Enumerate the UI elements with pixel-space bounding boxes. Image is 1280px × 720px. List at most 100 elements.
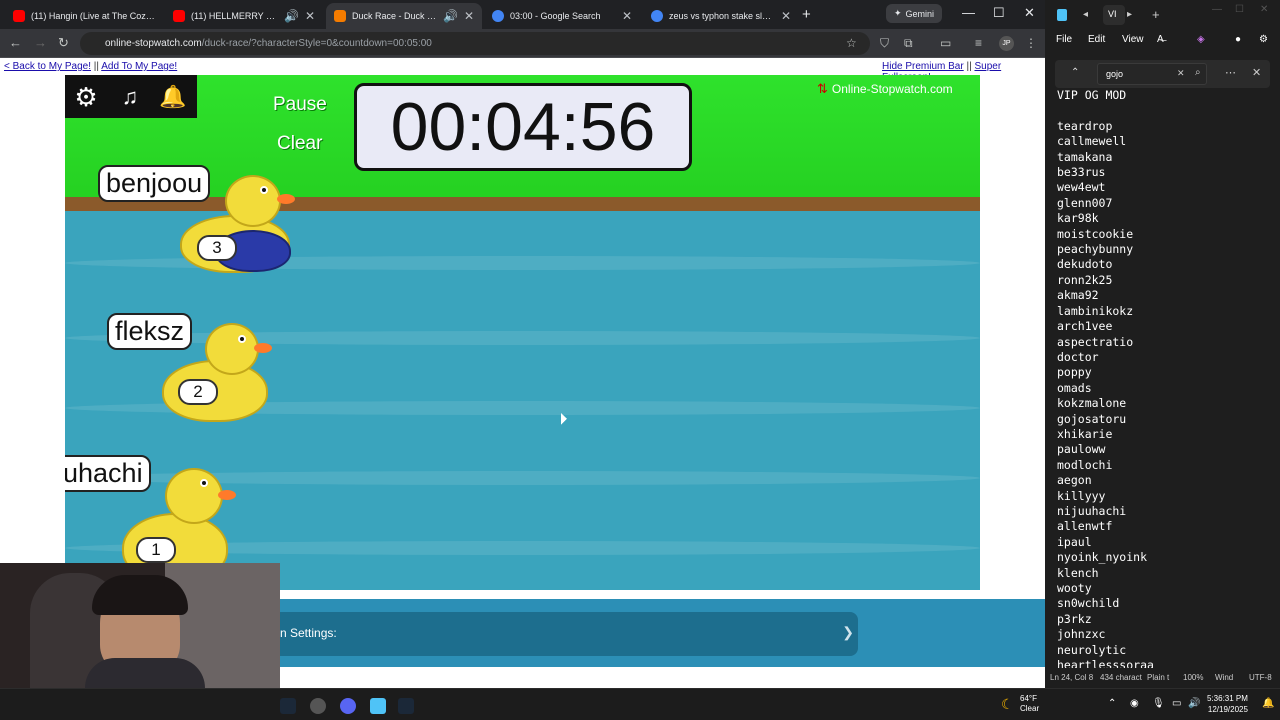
more-options-icon[interactable]: ⋯ (1225, 66, 1236, 79)
notepad-text-area[interactable]: VIP OG MOD teardrop callmewell tamakana be3… (1057, 88, 1277, 668)
tab-hellmerry[interactable]: (11) HELLMERRY - 4:AM (O 🔊 ✕ (165, 3, 323, 29)
google-icon (651, 10, 663, 22)
streamer-shirt (85, 658, 205, 688)
reload-icon[interactable]: ↻ (58, 35, 69, 51)
tab-duck-race[interactable]: Duck Race - Duck Games 🔊 ✕ (326, 3, 482, 29)
close-window-icon[interactable]: ✕ (1024, 5, 1035, 21)
chevron-up-icon[interactable]: ⌃ (1108, 698, 1116, 709)
kebab-menu-icon[interactable]: ⋮ (1025, 36, 1037, 50)
online-stopwatch-brand[interactable]: ⇅ Online-Stopwatch.com (817, 81, 953, 97)
notepad-app-icon (1057, 9, 1067, 21)
microphone-icon[interactable]: 🎙 (1152, 698, 1165, 709)
settings-gear-icon[interactable]: ⚙ (1259, 34, 1268, 45)
menu-file[interactable]: File (1056, 34, 1072, 45)
copilot-icon[interactable]: ◈ (1197, 34, 1205, 45)
audio-icon: 🔊 (442, 9, 458, 23)
tab-hangin[interactable]: (11) Hangin (Live at The Cozy C (5, 3, 163, 29)
settings-dropdown[interactable]: n Settings: ❯ (280, 612, 858, 656)
url-bar[interactable]: online-stopwatch.com/duck-race/?characte… (80, 32, 870, 55)
clear-search-icon[interactable]: ✕ (1177, 68, 1185, 79)
obs-icon[interactable] (310, 698, 326, 714)
bell-icon[interactable]: 🔔 (155, 79, 191, 115)
youtube-icon (173, 10, 185, 22)
back-to-my-page-link[interactable]: < Back to My Page! (4, 61, 91, 72)
steam-icon[interactable] (280, 698, 296, 714)
text-line: teardrop (1057, 118, 1113, 133)
text-line: peachybunny (1057, 242, 1134, 257)
text-line: gojosatoru (1057, 411, 1127, 426)
notepad-tab[interactable]: VI (1103, 5, 1125, 25)
menu-view[interactable]: View (1122, 34, 1144, 45)
new-tab-icon[interactable]: + (802, 6, 811, 23)
text-line: nijuuhachi (1057, 503, 1127, 518)
clear-button[interactable]: Clear (277, 133, 322, 155)
menu-edit[interactable]: Edit (1088, 34, 1105, 45)
close-tab-icon[interactable]: ✕ (622, 9, 632, 23)
network-icon[interactable]: ▭ (1172, 698, 1181, 709)
gemini-button[interactable]: ✦ Gemini (886, 4, 942, 23)
tray-icon[interactable]: ◉ (1130, 698, 1139, 709)
text-line: ronn2k25 (1057, 272, 1113, 287)
text-line: pauloww (1057, 442, 1106, 457)
close-find-icon[interactable]: ✕ (1252, 66, 1261, 79)
media-icon[interactable]: ≡ (975, 36, 982, 50)
shield-icon[interactable]: ⛉ (880, 36, 889, 51)
text-line: be33rus (1057, 165, 1106, 180)
tab-zeus-search[interactable]: zeus vs typhon stake slot - Goo ✕ (643, 3, 799, 29)
star-icon[interactable]: ☆ (846, 36, 857, 50)
notepad-titlebar: ◂ VI ▸ + — ☐ ✕ (1045, 0, 1280, 29)
maximize-icon[interactable]: ☐ (993, 5, 1005, 21)
new-tab-icon[interactable]: + (1152, 7, 1160, 22)
notepad-taskbar-icon[interactable] (370, 698, 386, 714)
account-icon[interactable]: ● (1235, 34, 1241, 45)
add-to-my-page-link[interactable]: Add To My Page! (101, 61, 177, 72)
close-tab-icon[interactable]: ✕ (781, 9, 791, 23)
notepad-window: ◂ VI ▸ + — ☐ ✕ File Edit View A̶ ◈ ● ⚙ ⌃… (1045, 0, 1280, 688)
cast-icon[interactable]: ▭ (940, 36, 951, 50)
address-toolbar: ← → ↻ online-stopwatch.com/duck-race/?ch… (0, 29, 1045, 58)
text-line: dekudoto (1057, 257, 1113, 272)
system-clock[interactable]: 5:36:31 PM 12/19/2025 (1207, 693, 1248, 715)
music-icon[interactable]: ♫ (112, 79, 148, 115)
close-tab-icon[interactable]: ✕ (464, 9, 474, 23)
close-window-icon[interactable]: ✕ (1260, 4, 1268, 15)
text-line: heartlesssoraa (1057, 658, 1154, 668)
text-line: modlochi (1057, 457, 1113, 472)
text-line: moistcookie (1057, 226, 1134, 241)
text-line (1057, 103, 1277, 118)
weather-widget[interactable]: 64°F Clear (1020, 694, 1039, 714)
tab-google-search[interactable]: 03:00 - Google Search ✕ (484, 3, 640, 29)
minimize-icon[interactable]: — (1212, 4, 1222, 15)
tab-right-arrow-icon[interactable]: ▸ (1127, 9, 1132, 20)
duck-number-badge: 1 (136, 537, 176, 563)
profile-avatar[interactable]: JP (999, 36, 1014, 51)
close-tab-icon[interactable]: ✕ (305, 9, 315, 23)
notepad-status-bar: Ln 24, Col 8 434 charact Plain t 100% Wi… (1050, 673, 1272, 682)
extensions-icon[interactable]: ⧉ (904, 36, 913, 51)
find-input[interactable]: gojo (1097, 63, 1207, 85)
browser-tab-strip: (11) Hangin (Live at The Cozy C (11) HEL… (0, 0, 1045, 29)
text-line: aspectratio (1057, 334, 1134, 349)
discord-icon[interactable] (340, 698, 356, 714)
maximize-icon[interactable]: ☐ (1235, 4, 1244, 15)
tab-left-arrow-icon[interactable]: ◂ (1083, 9, 1088, 20)
chevron-up-icon[interactable]: ⌃ (1071, 67, 1079, 78)
hide-premium-bar-link[interactable]: Hide Premium Bar (882, 61, 964, 72)
forward-icon[interactable]: → (34, 35, 47, 50)
audio-icon: 🔊 (283, 9, 299, 23)
text-line: doctor (1057, 349, 1099, 364)
steam-icon[interactable] (398, 698, 414, 714)
minimize-icon[interactable]: — (962, 5, 975, 20)
gear-icon[interactable]: ⚙ (68, 79, 104, 115)
volume-icon[interactable]: 🔊 (1188, 698, 1200, 709)
text-line: omads (1057, 380, 1092, 395)
pause-button[interactable]: Pause (273, 94, 327, 116)
search-icon[interactable]: ⌕ (1195, 67, 1201, 78)
top-left-links: < Back to My Page! || Add To My Page! (4, 61, 178, 72)
back-icon[interactable]: ← (9, 35, 22, 50)
duck-number-badge: 3 (197, 235, 237, 261)
notifications-icon[interactable]: 🔔 (1262, 698, 1274, 709)
font-icon[interactable]: A̶ (1157, 34, 1164, 45)
text-line: allenwtf (1057, 519, 1113, 534)
arrows-icon: ⇅ (817, 81, 828, 96)
